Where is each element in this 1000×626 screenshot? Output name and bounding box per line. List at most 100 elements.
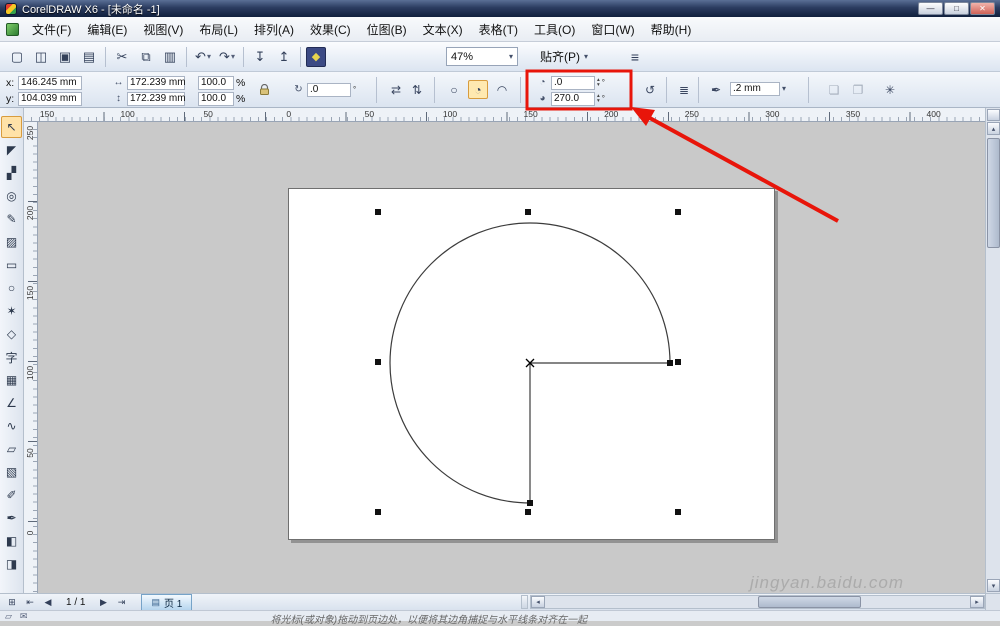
arc-mode-button[interactable]: ◠ (492, 80, 512, 99)
selection-handle[interactable] (675, 509, 681, 515)
rotation-angle-field[interactable]: .0 (307, 82, 351, 97)
outline-width-field[interactable]: .2 mm (730, 81, 780, 96)
menu-item[interactable]: 帮助(H) (643, 18, 700, 41)
rectangle-tool[interactable]: ▭ (1, 254, 22, 276)
application-launcher-button[interactable]: ◆ (306, 46, 326, 67)
crop-tool[interactable]: ▞ (1, 162, 22, 184)
horizontal-scrollbar[interactable]: ◂ ▸ (530, 595, 985, 609)
text-tool[interactable]: 字 (1, 346, 22, 368)
undo-button[interactable]: ↶ ▾ (192, 46, 214, 68)
arc-end-node[interactable] (527, 500, 533, 506)
arc-end-node[interactable] (667, 360, 673, 366)
object-height-field[interactable]: 172.239 mm (127, 91, 186, 106)
export-button[interactable]: ↥ (273, 46, 295, 68)
spin-down-icon[interactable]: ▾ (597, 98, 600, 104)
pie-mode-button[interactable]: ◔ (468, 80, 488, 99)
scroll-up-button[interactable]: ▴ (987, 122, 1000, 135)
drawing-canvas[interactable] (38, 122, 985, 593)
menu-item[interactable]: 文件(F) (24, 18, 79, 41)
start-angle-field[interactable]: .0 (551, 75, 595, 90)
menu-item[interactable]: 排列(A) (246, 18, 302, 41)
last-page-button[interactable]: ⇥ (113, 595, 129, 609)
selection-handle[interactable] (675, 209, 681, 215)
snap-to-menu-button[interactable]: 贴齐(P) ▾ (534, 46, 594, 67)
connector-tool[interactable]: ∿ (1, 415, 22, 437)
smart-fill-tool[interactable]: ▨ (1, 231, 22, 253)
text-wrap-button[interactable]: ≣ (674, 80, 694, 99)
eyedropper-tool[interactable]: ✐ (1, 484, 22, 506)
shape-tool[interactable]: ◤ (1, 139, 22, 161)
ellipse-mode-button[interactable]: ○ (444, 80, 464, 99)
previous-page-button[interactable]: ◀ (40, 595, 56, 609)
quick-customize-button[interactable]: ✳ (880, 80, 900, 99)
ruler-options-button[interactable] (987, 109, 1000, 121)
dimension-tool[interactable]: ∠ (1, 392, 22, 414)
menu-item[interactable]: 窗口(W) (583, 18, 642, 41)
new-document-button[interactable]: ▢ (6, 46, 28, 68)
open-button[interactable]: ◫ (30, 46, 52, 68)
vertical-scroll-thumb[interactable] (987, 138, 1000, 248)
zoom-tool[interactable]: ◎ (1, 185, 22, 207)
pane-splitter[interactable] (521, 595, 528, 609)
end-angle-spinner[interactable]: ▴ ▾ (597, 94, 600, 103)
interactive-fill-tool[interactable]: ◨ (1, 553, 22, 575)
menu-item[interactable]: 工具(O) (526, 18, 583, 41)
transparency-tool[interactable]: ▧ (1, 461, 22, 483)
horizontal-scroll-thumb[interactable] (758, 596, 861, 608)
selection-handle[interactable] (375, 359, 381, 365)
x-position-field[interactable]: 146.245 mm (18, 75, 82, 90)
menu-item[interactable]: 效果(C) (302, 18, 359, 41)
blend-tool[interactable]: ▱ (1, 438, 22, 460)
selection-handle[interactable] (675, 359, 681, 365)
menu-item[interactable]: 编辑(E) (79, 18, 135, 41)
scroll-left-button[interactable]: ◂ (531, 596, 545, 608)
selection-handle[interactable] (525, 209, 531, 215)
fill-tool[interactable]: ◧ (1, 530, 22, 552)
ellipse-tool[interactable]: ○ (1, 277, 22, 299)
spin-down-icon[interactable]: ▾ (597, 82, 600, 88)
close-button[interactable]: ✕ (970, 2, 995, 15)
start-angle-spinner[interactable]: ▴ ▾ (597, 78, 600, 87)
lock-ratio-button[interactable] (254, 80, 274, 99)
selection-handle[interactable] (525, 509, 531, 515)
menu-item[interactable]: 位图(B) (359, 18, 415, 41)
object-width-field[interactable]: 172.239 mm (127, 75, 186, 90)
vertical-ruler[interactable]: 250 200 150 100 50 0 (24, 122, 38, 593)
y-position-field[interactable]: 104.039 mm (18, 91, 82, 106)
scroll-down-button[interactable]: ▾ (987, 579, 1000, 592)
menu-item[interactable]: 布局(L) (191, 18, 246, 41)
save-button[interactable]: ▣ (54, 46, 76, 68)
basic-shapes-tool[interactable]: ◇ (1, 323, 22, 345)
change-direction-button[interactable]: ↺ (640, 80, 660, 99)
options-button[interactable]: ≡ (624, 46, 646, 68)
freehand-tool[interactable]: ✎ (1, 208, 22, 230)
mirror-horizontal-button[interactable]: ⇄ (386, 80, 406, 99)
scroll-right-button[interactable]: ▸ (970, 596, 984, 608)
minimize-button[interactable]: — (918, 2, 943, 15)
zoom-level-combo[interactable]: 47% ▾ (446, 47, 518, 66)
end-angle-field[interactable]: 270.0 (551, 91, 595, 106)
menu-item[interactable]: 文本(X) (415, 18, 471, 41)
chevron-down-icon[interactable]: ▾ (782, 84, 786, 93)
polygon-tool[interactable]: ✶ (1, 300, 22, 322)
maximize-button[interactable]: □ (944, 2, 969, 15)
pick-tool[interactable]: ↖ (1, 116, 22, 138)
outline-pen-tool[interactable]: ✒ (1, 507, 22, 529)
first-page-button[interactable]: ⇤ (22, 595, 38, 609)
selection-handle[interactable] (375, 509, 381, 515)
cut-button[interactable]: ✂ (111, 46, 133, 68)
copy-button[interactable]: ⧉ (135, 46, 157, 68)
next-page-button[interactable]: ▶ (95, 595, 111, 609)
paste-button[interactable]: ▥ (159, 46, 181, 68)
import-button[interactable]: ↧ (249, 46, 271, 68)
outline-width-combo[interactable]: .2 mm ▾ (730, 81, 786, 96)
add-page-button[interactable]: ⊞ (4, 595, 20, 609)
menu-item[interactable]: 表格(T) (471, 18, 526, 41)
redo-button[interactable]: ↷ ▾ (216, 46, 238, 68)
selection-handle[interactable] (375, 209, 381, 215)
menu-item[interactable]: 视图(V) (135, 18, 191, 41)
page-tab[interactable]: ▤ 页 1 (141, 594, 193, 610)
print-button[interactable]: ▤ (78, 46, 100, 68)
table-tool[interactable]: ▦ (1, 369, 22, 391)
horizontal-ruler[interactable]: 150 100 50 0 50 100 150 200 250 300 350 400 (24, 108, 985, 122)
